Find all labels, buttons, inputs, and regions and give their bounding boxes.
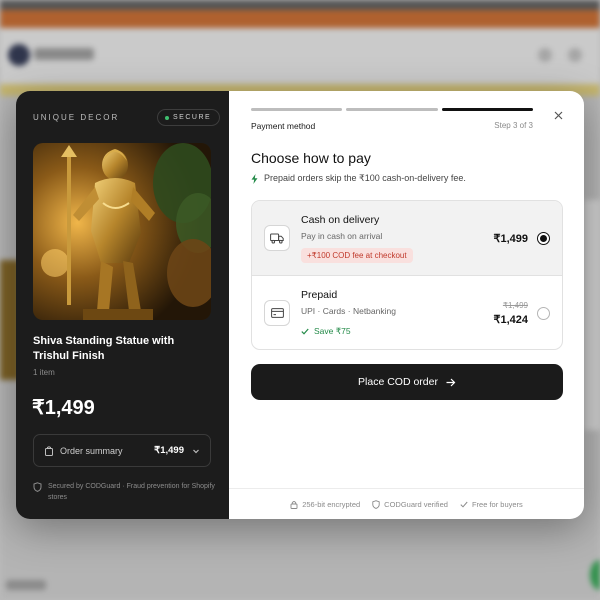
subtitle: Prepaid orders skip the ₹100 cash-on-del… bbox=[251, 173, 466, 184]
place-order-label: Place COD order bbox=[358, 376, 438, 388]
trust-item-label: CODGuard verified bbox=[384, 499, 448, 509]
check-icon bbox=[460, 501, 468, 508]
radio-unselected[interactable] bbox=[537, 307, 550, 320]
option-price: ₹1,499 bbox=[493, 233, 528, 245]
progress-step-1 bbox=[251, 108, 343, 111]
progress-steps bbox=[251, 108, 533, 111]
option-title: Cash on delivery bbox=[301, 214, 380, 226]
shield-icon bbox=[33, 482, 42, 492]
secure-badge-label: SECURE bbox=[173, 114, 212, 121]
arrow-right-icon bbox=[446, 378, 456, 386]
cod-fee-badge: +₹100 COD fee at checkout bbox=[301, 248, 413, 263]
close-button[interactable] bbox=[551, 108, 565, 122]
trust-item-encrypted: 256-bit encrypted bbox=[290, 500, 360, 509]
store-brand: UNIQUE DECOR bbox=[33, 113, 120, 122]
item-count: 1 item bbox=[33, 368, 55, 377]
progress-step-2 bbox=[346, 108, 438, 111]
progress-step-3 bbox=[441, 108, 533, 111]
lock-icon bbox=[290, 500, 298, 509]
check-icon bbox=[301, 328, 309, 335]
lightning-icon bbox=[251, 173, 258, 184]
trust-item-verified: CODGuard verified bbox=[372, 500, 448, 509]
payment-panel: Payment method Step 3 of 3 Choose how to… bbox=[229, 91, 584, 519]
order-summary-toggle[interactable]: Order summary ₹1,499 bbox=[33, 434, 211, 467]
radio-selected[interactable] bbox=[537, 232, 550, 245]
status-dot-icon bbox=[165, 115, 169, 120]
secured-note: Secured by CODGuard · Fraud prevention f… bbox=[33, 481, 218, 503]
truck-icon bbox=[270, 233, 284, 243]
savings-badge: Save ₹75 bbox=[301, 326, 351, 337]
close-icon bbox=[554, 111, 562, 119]
shield-icon bbox=[372, 499, 380, 509]
original-price: ₹1,499 bbox=[502, 301, 528, 310]
trust-item-label: Free for buyers bbox=[471, 499, 523, 509]
savings-text: Save ₹75 bbox=[314, 326, 351, 336]
chevron-down-icon bbox=[193, 449, 199, 453]
product-price: ₹1,499 bbox=[32, 397, 95, 419]
secure-badge: SECURE bbox=[157, 109, 221, 126]
order-summary-price: ₹1,499 bbox=[154, 445, 184, 456]
option-cash-on-delivery[interactable]: Cash on delivery Pay in cash on arrival … bbox=[252, 201, 562, 276]
order-panel: UNIQUE DECOR SECURE Shiva Standing Statu… bbox=[16, 91, 229, 519]
option-price: ₹1,424 bbox=[493, 314, 528, 326]
option-subtitle: UPI · Cards · Netbanking bbox=[301, 306, 396, 316]
subtitle-text: Prepaid orders skip the ₹100 cash-on-del… bbox=[264, 173, 466, 183]
order-summary-label: Order summary bbox=[60, 445, 123, 456]
trust-footer: 256-bit encrypted CODGuard verified Free… bbox=[229, 488, 584, 519]
step-count: Step 3 of 3 bbox=[494, 121, 533, 130]
product-image bbox=[33, 143, 211, 320]
payment-options: Cash on delivery Pay in cash on arrival … bbox=[251, 200, 563, 350]
place-order-button[interactable]: Place COD order bbox=[251, 364, 563, 400]
checkout-modal: UNIQUE DECOR SECURE Shiva Standing Statu… bbox=[16, 91, 584, 519]
shiva-statue-image bbox=[33, 143, 211, 320]
page-title: Choose how to pay bbox=[251, 150, 371, 166]
option-subtitle: Pay in cash on arrival bbox=[301, 231, 383, 241]
secured-note-text: Secured by CODGuard · Fraud prevention f… bbox=[48, 483, 215, 501]
shopping-bag-icon bbox=[45, 445, 53, 456]
step-label: Payment method bbox=[251, 121, 316, 131]
product-name: Shiva Standing Statue with Trishul Finis… bbox=[33, 335, 175, 362]
option-icon-box bbox=[264, 300, 290, 326]
option-prepaid[interactable]: Prepaid UPI · Cards · Netbanking Save ₹7… bbox=[252, 276, 562, 349]
trust-item-free: Free for buyers bbox=[460, 500, 523, 509]
trust-item-label: 256-bit encrypted bbox=[302, 499, 361, 509]
option-icon-box bbox=[264, 225, 290, 251]
option-title: Prepaid bbox=[301, 289, 338, 301]
card-icon bbox=[270, 308, 284, 318]
